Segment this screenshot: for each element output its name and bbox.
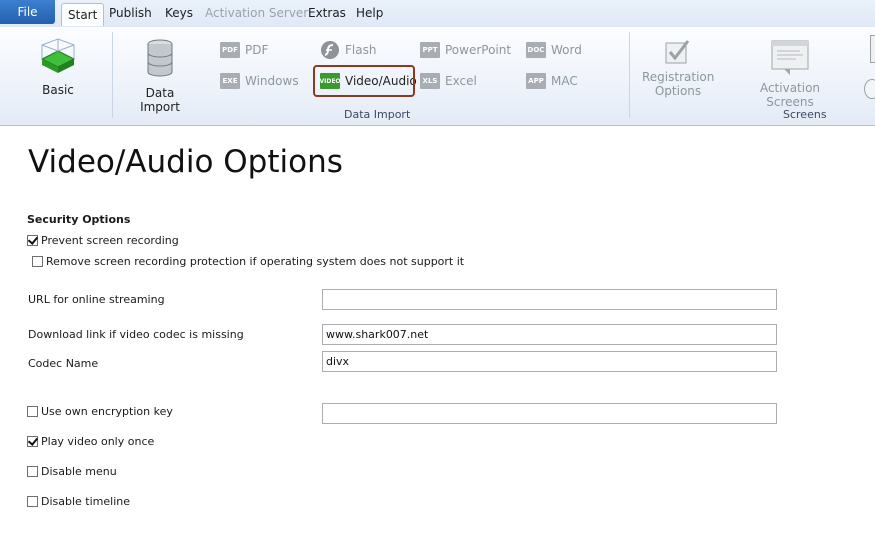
- app-file-icon: APP: [526, 73, 546, 89]
- mac-label: MAC: [551, 74, 578, 88]
- file-label: File: [17, 5, 38, 19]
- pdf-label: PDF: [245, 43, 269, 57]
- disable-menu-checkbox[interactable]: [27, 466, 38, 477]
- prevent-recording-checkbox[interactable]: [27, 235, 38, 246]
- ppt-file-icon: PPT: [420, 42, 440, 58]
- codec-name-label: Codec Name: [28, 357, 99, 370]
- cube-icon: [40, 38, 76, 73]
- ribbon-separator: [629, 32, 630, 118]
- disable-menu-row[interactable]: Disable menu: [27, 465, 117, 478]
- own-key-row[interactable]: Use own encryption key: [27, 405, 173, 418]
- ribbon-panel: Basic Data Import PDF PDF EXE Windows Fl…: [0, 27, 875, 126]
- registration-options-label-2: Options: [654, 84, 702, 98]
- remove-protection-label: Remove screen recording protection if op…: [46, 255, 465, 268]
- overflow-item-icon: [870, 35, 875, 63]
- flash-icon: [321, 41, 339, 59]
- tab-help[interactable]: Help: [356, 6, 383, 20]
- play-once-row[interactable]: Play video only once: [27, 435, 154, 448]
- pdf-button[interactable]: PDF PDF: [220, 40, 268, 60]
- tab-extras[interactable]: Extras: [308, 6, 346, 20]
- disable-timeline-label: Disable timeline: [41, 495, 131, 508]
- prevent-recording-row[interactable]: Prevent screen recording: [27, 234, 179, 247]
- tab-publish[interactable]: Publish: [109, 6, 152, 20]
- activation-screens-button[interactable]: Activation Screens: [740, 37, 840, 109]
- flash-button[interactable]: Flash: [320, 40, 376, 60]
- disable-timeline-row[interactable]: Disable timeline: [27, 495, 130, 508]
- selected-highlight: [313, 65, 415, 97]
- url-streaming-label: URL for online streaming: [28, 293, 165, 306]
- screen-dialog-icon: [771, 40, 809, 75]
- disable-menu-label: Disable menu: [41, 465, 117, 478]
- windows-label: Windows: [245, 74, 299, 88]
- group-label-data-import: Data Import: [344, 108, 411, 121]
- data-import-button[interactable]: Data Import: [128, 39, 192, 114]
- ribbon-tab-bar: File Start Publish Keys Activation Serve…: [0, 0, 875, 28]
- group-label-screens: Screens: [783, 108, 827, 121]
- prevent-recording-label: Prevent screen recording: [41, 234, 179, 247]
- database-icon: [147, 39, 173, 77]
- windows-button[interactable]: EXE Windows: [220, 71, 299, 91]
- word-label: Word: [551, 43, 582, 57]
- tab-keys[interactable]: Keys: [165, 6, 193, 20]
- excel-button[interactable]: XLS Excel: [420, 71, 477, 91]
- registration-options-label-1: Registration: [642, 70, 715, 84]
- remove-protection-row[interactable]: Remove screen recording protection if op…: [32, 255, 464, 268]
- registration-options-button[interactable]: Registration Options: [642, 37, 714, 98]
- tab-start[interactable]: Start: [61, 3, 105, 26]
- codec-name-input[interactable]: [322, 351, 777, 372]
- basic-button[interactable]: Basic: [28, 37, 88, 97]
- own-key-label: Use own encryption key: [41, 405, 173, 418]
- ribbon-separator: [112, 32, 113, 118]
- remove-protection-checkbox[interactable]: [32, 256, 43, 267]
- download-link-label: Download link if video codec is missing: [28, 328, 244, 341]
- checkbox-check-icon: [665, 40, 690, 64]
- word-button[interactable]: DOC Word: [526, 40, 582, 60]
- own-key-input[interactable]: [322, 403, 777, 424]
- doc-file-icon: DOC: [526, 42, 546, 58]
- url-streaming-input[interactable]: [322, 289, 777, 310]
- excel-label: Excel: [445, 74, 477, 88]
- security-options-heading: Security Options: [27, 213, 131, 226]
- data-import-label: Data Import: [140, 86, 180, 114]
- exe-file-icon: EXE: [220, 73, 240, 89]
- tab-activation-server: Activation Server: [205, 6, 309, 20]
- pdf-file-icon: PDF: [220, 42, 240, 58]
- file-menu-button[interactable]: File: [0, 0, 55, 24]
- flash-label: Flash: [345, 43, 377, 57]
- activation-screens-label: Activation Screens: [759, 81, 821, 109]
- powerpoint-button[interactable]: PPT PowerPoint: [420, 40, 511, 60]
- basic-label: Basic: [42, 83, 74, 97]
- disable-timeline-checkbox[interactable]: [27, 496, 38, 507]
- overflow-item-icon: [864, 79, 875, 99]
- page-title: Video/Audio Options: [28, 144, 343, 180]
- xls-file-icon: XLS: [420, 73, 440, 89]
- download-link-input[interactable]: [322, 324, 777, 345]
- mac-button[interactable]: APP MAC: [526, 71, 578, 91]
- play-once-checkbox[interactable]: [27, 436, 38, 447]
- own-key-checkbox[interactable]: [27, 406, 38, 417]
- play-once-label: Play video only once: [41, 435, 155, 448]
- powerpoint-label: PowerPoint: [445, 43, 512, 57]
